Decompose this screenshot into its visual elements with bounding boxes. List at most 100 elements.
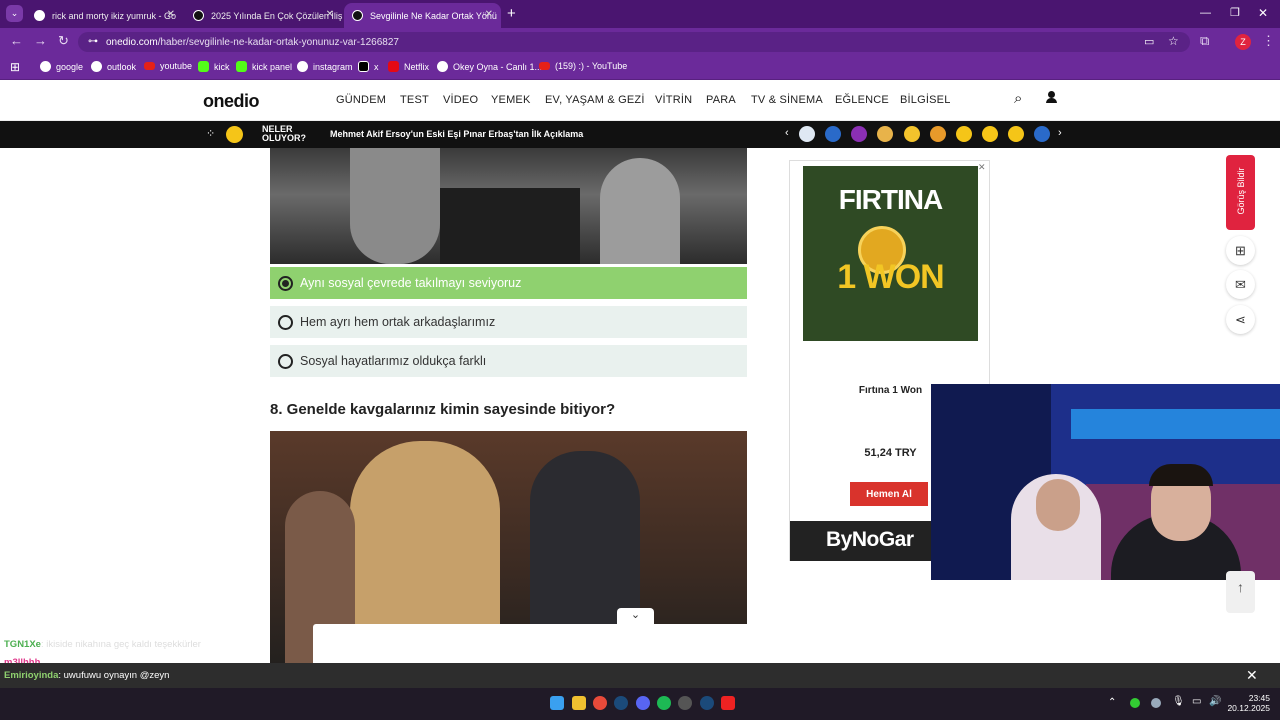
webcam-overlay — [931, 384, 1280, 580]
app-icon[interactable] — [721, 696, 735, 710]
forward-icon[interactable]: → — [34, 33, 47, 48]
close-icon[interactable]: ✕ — [485, 9, 493, 20]
category-icon[interactable] — [825, 126, 841, 142]
nav-tv-sinema[interactable]: TV & SİNEMA — [751, 94, 823, 106]
close-icon[interactable]: ✕ — [978, 162, 986, 173]
chat-text: : uwufuwu oynayın @zeyn — [58, 670, 170, 681]
quiz-question-image — [270, 148, 747, 264]
bookmark-youtube[interactable]: youtube — [144, 61, 192, 71]
category-icon[interactable] — [877, 126, 893, 142]
bookmark-google[interactable]: google — [40, 61, 83, 72]
app-icon[interactable] — [678, 696, 692, 710]
tab-2025-relationship[interactable]: 2025 Yılında En Çok Çözülen İlişk ✕ — [185, 3, 342, 28]
radio-icon — [278, 353, 293, 369]
cast-icon[interactable]: ▭ — [1144, 35, 1154, 48]
scroll-to-top-button[interactable]: ↑ — [1226, 571, 1255, 613]
nav-eglence[interactable]: EĞLENCE — [835, 94, 889, 106]
category-icon[interactable] — [1034, 126, 1050, 142]
bookmark-outlook[interactable]: outlook — [91, 61, 136, 72]
tray-chevron-up-icon[interactable]: ⌃ — [1108, 697, 1116, 708]
bookmark-x[interactable]: x — [358, 61, 379, 72]
microphone-icon[interactable]: 🎙 — [1172, 696, 1185, 707]
steam-icon[interactable] — [614, 696, 628, 710]
answer-option[interactable]: Sosyal hayatlarımız oldukça farklı — [270, 345, 747, 377]
nav-vitrin[interactable]: VİTRİN — [655, 94, 692, 106]
nav-yemek[interactable]: YEMEK — [491, 94, 531, 106]
news-ticker: ⁘ NELER OLUYOR? Mehmet Akif Ersoy'un Esk… — [0, 121, 1280, 148]
category-icon[interactable] — [799, 126, 815, 142]
category-icon[interactable] — [930, 126, 946, 142]
tray-steam-icon[interactable] — [1151, 698, 1161, 708]
bookmark-add-icon[interactable]: ⊞ — [1226, 236, 1255, 265]
tab-search-button[interactable]: ⌄ — [6, 5, 23, 22]
bookmark-netflix[interactable]: Netflix — [388, 61, 429, 72]
restore-button[interactable]: ❐ — [1230, 6, 1240, 19]
tab-active-quiz[interactable]: Sevgilinle Ne Kadar Ortak Yönü ✕ — [344, 3, 501, 28]
system-clock[interactable]: 23:45 20.12.2025 — [1226, 693, 1270, 713]
ad-headline: FIRTINA — [838, 184, 943, 215]
kick-icon — [236, 61, 247, 72]
site-info-icon[interactable]: ⊶ — [88, 36, 98, 47]
chrome-icon[interactable] — [593, 696, 607, 710]
question-heading: 8. Genelde kavgalarınız kimin sayesinde … — [270, 401, 616, 418]
nav-para[interactable]: PARA — [706, 94, 736, 106]
tab-title: Sevgilinle Ne Kadar Ortak Yönü — [370, 10, 497, 21]
grid-menu-icon[interactable]: ⁘ — [206, 127, 215, 140]
url-input[interactable]: ⊶ onedio.com/haber/sevgilinle-ne-kadar-o… — [78, 32, 1190, 52]
category-icon[interactable] — [851, 126, 867, 142]
user-icon[interactable] — [1046, 91, 1057, 104]
bookmark-instagram[interactable]: instagram — [297, 61, 353, 72]
file-explorer-icon[interactable] — [572, 696, 586, 710]
windows-start-icon[interactable] — [550, 696, 564, 710]
profile-avatar[interactable]: Z — [1235, 34, 1251, 50]
ticker-headline[interactable]: Mehmet Akif Ersoy'un Eski Eşi Pınar Erba… — [330, 129, 583, 139]
nav-video[interactable]: VİDEO — [443, 94, 478, 106]
answer-option[interactable]: Hem ayrı hem ortak arkadaşlarımız — [270, 306, 747, 338]
nav-ev-yasam-gezi[interactable]: EV, YAŞAM & GEZİ — [545, 94, 645, 106]
menu-icon[interactable]: ⋮ — [1262, 33, 1275, 49]
discord-icon[interactable] — [636, 696, 650, 710]
emoji-sad-icon[interactable] — [982, 126, 998, 142]
close-window-button[interactable]: ✕ — [1258, 6, 1268, 20]
minimize-button[interactable]: — — [1200, 7, 1211, 19]
apps-icon[interactable]: ⊞ — [10, 60, 20, 74]
volume-icon[interactable]: 🔊 — [1209, 696, 1221, 707]
close-icon[interactable]: ✕ — [1246, 667, 1258, 684]
category-icon[interactable] — [904, 126, 920, 142]
feedback-button[interactable]: Görüş Bildir — [1226, 155, 1255, 230]
bookmark-youtube-159[interactable]: (159) :) - YouTube — [539, 61, 627, 71]
chevron-left-icon[interactable]: ‹ — [785, 127, 789, 139]
bookmark-kick[interactable]: kick — [198, 61, 230, 72]
nav-bilgisel[interactable]: BİLGİSEL — [900, 94, 951, 106]
chat-username: TGN1Xe — [4, 639, 41, 650]
new-tab-button[interactable]: + — [507, 5, 516, 22]
tab-rick-and-morty[interactable]: rick and morty ikiz yumruk - Go ✕ — [26, 3, 183, 28]
clock-date: 20.12.2025 — [1227, 703, 1270, 713]
chevron-right-icon[interactable]: › — [1058, 127, 1062, 139]
answer-option[interactable]: Aynı sosyal çevrede takılmayı seviyoruz — [270, 267, 747, 299]
bookmark-okey[interactable]: Okey Oyna - Canlı 1... — [437, 61, 542, 72]
extensions-icon[interactable]: ⧉ — [1200, 33, 1209, 49]
search-icon[interactable]: ⌕ — [1014, 90, 1022, 107]
nav-test[interactable]: TEST — [400, 94, 429, 106]
bookmark-kick-panel[interactable]: kick panel — [236, 61, 292, 72]
nav-gundem[interactable]: GÜNDEM — [336, 94, 386, 106]
tray-app-icon[interactable] — [1130, 698, 1140, 708]
close-icon[interactable]: ✕ — [326, 9, 334, 20]
emoji-happy-icon[interactable] — [1008, 126, 1024, 142]
buy-now-button[interactable]: Hemen Al — [850, 482, 928, 506]
ad-image[interactable]: FIRTINA 1 WON — [803, 166, 978, 341]
reload-icon[interactable]: ↻ — [58, 33, 69, 49]
okey-icon — [437, 61, 448, 72]
comments-icon[interactable]: ✉ — [1226, 270, 1255, 299]
spotify-icon[interactable] — [657, 696, 671, 710]
onedio-icon — [193, 10, 204, 21]
emoji-love-icon[interactable] — [956, 126, 972, 142]
share-icon[interactable]: ⋖ — [1226, 305, 1255, 334]
onedio-logo[interactable]: onedio — [203, 91, 260, 112]
steam-icon[interactable] — [700, 696, 714, 710]
network-icon[interactable]: ▭ — [1192, 696, 1201, 707]
close-icon[interactable]: ✕ — [167, 9, 175, 20]
bookmark-star-icon[interactable]: ☆ — [1168, 34, 1179, 48]
back-icon[interactable]: ← — [10, 33, 23, 48]
